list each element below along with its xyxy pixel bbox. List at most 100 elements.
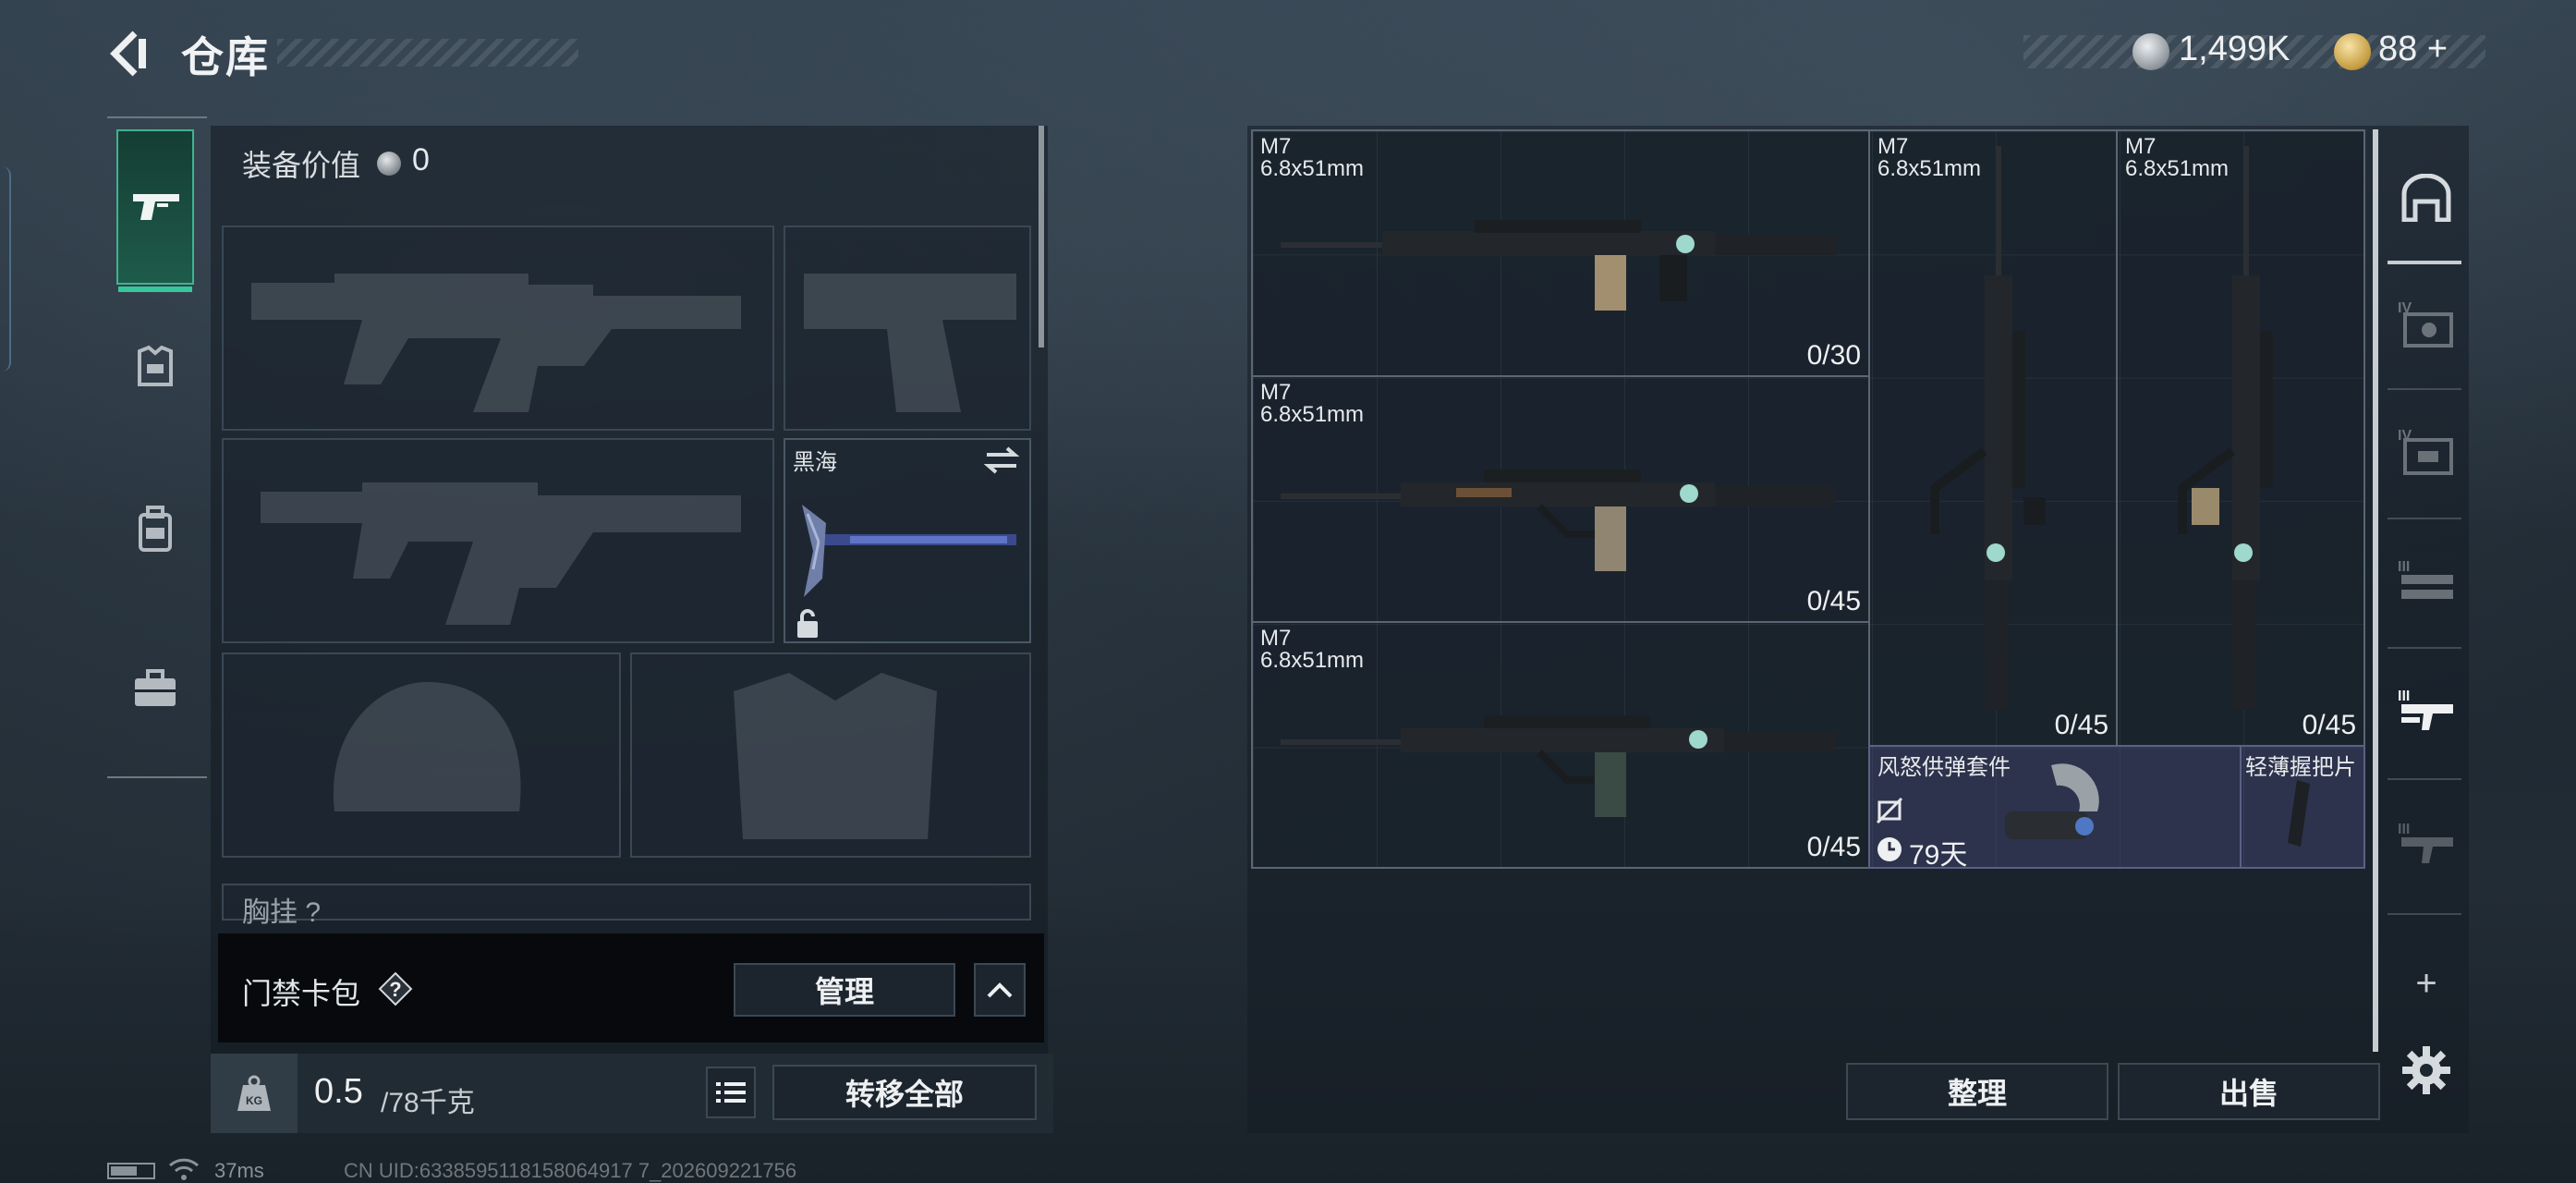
- storage-item-rifle[interactable]: M7 6.8x51mm 0/45: [1868, 129, 2118, 747]
- weight-current: 0.5: [314, 1072, 363, 1111]
- helmet-silhouette-icon: [333, 682, 521, 811]
- weight-max: /78千克: [381, 1088, 475, 1118]
- slot-body-armor[interactable]: [630, 652, 1031, 858]
- tab-divider: [2388, 261, 2461, 264]
- tab-divider: [2388, 913, 2461, 915]
- chevron-up-icon: [987, 982, 1013, 998]
- storage-scrollbar[interactable]: [2373, 129, 2378, 1052]
- storage-home-icon: [2401, 174, 2451, 222]
- help-icon: ?: [378, 971, 413, 1006]
- item-caliber: 6.8x51mm: [1260, 402, 1365, 427]
- rifle-icon: [1281, 470, 1835, 571]
- tomahawk-icon: [802, 505, 1016, 597]
- tab-divider: [2388, 778, 2461, 780]
- slot-secondary-weapon[interactable]: [222, 438, 774, 643]
- nav-tab-armor[interactable]: [116, 325, 194, 409]
- slot-chest-rig[interactable]: [222, 884, 1031, 921]
- svg-text:?: ?: [389, 978, 401, 1001]
- swap-button[interactable]: [983, 445, 1020, 475]
- gun-rack-icon: III: [2398, 689, 2453, 730]
- transfer-all-button[interactable]: 转移全部: [772, 1065, 1037, 1120]
- rifle-silhouette-icon: [251, 274, 741, 412]
- rig-help-icon[interactable]: ?: [305, 897, 321, 928]
- back-arrow-icon: [110, 30, 146, 77]
- item-expiry-days: 79天: [1909, 840, 1968, 871]
- swap-arrows-icon: [983, 446, 1020, 474]
- storage-item-rifle[interactable]: M7 6.8x51mm 0/45: [1251, 375, 1870, 623]
- silver-coin-icon: [377, 152, 401, 176]
- title-stripe: [277, 39, 578, 67]
- gun-icon: [133, 194, 179, 220]
- rifle-icon: [1930, 146, 2046, 710]
- sell-button[interactable]: 出售: [2118, 1063, 2380, 1120]
- tab-divider: [2388, 518, 2461, 519]
- gold-balance-value: 88: [2378, 30, 2418, 68]
- gun-rack-icon: III: [2398, 822, 2453, 863]
- back-button[interactable]: [103, 28, 155, 79]
- page-title: 仓库: [181, 33, 270, 81]
- storage-tab-rack-iii-2[interactable]: III: [2388, 795, 2465, 895]
- ping-value: 37ms: [214, 1159, 264, 1182]
- grip-panel-icon: [2273, 776, 2328, 850]
- item-caliber: 6.8x51mm: [1260, 648, 1365, 673]
- add-gold-icon[interactable]: +: [2427, 30, 2448, 68]
- storage-item-rifle[interactable]: M7 6.8x51mm 0/45: [1251, 621, 1870, 869]
- sort-button[interactable]: 整理: [1846, 1063, 2108, 1120]
- equip-value: 0: [412, 142, 430, 177]
- lock-icon: [795, 608, 820, 640]
- case-icon: IV: [2398, 300, 2453, 348]
- drum-magazine-icon: [1996, 756, 2116, 858]
- slot-helmet[interactable]: [222, 652, 621, 858]
- storage-tab-case-iv[interactable]: IV: [2388, 274, 2465, 373]
- rifle-silhouette-icon: [261, 482, 741, 625]
- tab-divider: [2388, 647, 2461, 649]
- nav-tab-backpack[interactable]: [116, 488, 194, 571]
- tab-divider: [2388, 388, 2461, 390]
- svg-text:KG: KG: [246, 1094, 262, 1107]
- nav-tab-case[interactable]: [116, 647, 194, 730]
- vest-silhouette-icon: [734, 673, 937, 839]
- pistol-silhouette-icon: [804, 274, 1016, 412]
- rifle-icon: [2178, 146, 2273, 710]
- armor-icon: [138, 345, 173, 386]
- keycard-label: 门禁卡包: [242, 977, 361, 1010]
- item-ammo: 0/45: [1806, 832, 1861, 862]
- silver-coin-icon: [2132, 33, 2169, 70]
- add-storage-tab-button[interactable]: +: [2388, 933, 2465, 1033]
- slot-pistol[interactable]: [784, 226, 1031, 431]
- settings-button[interactable]: [2399, 1043, 2454, 1098]
- rig-label: 胸挂 ?: [242, 889, 321, 930]
- weapon-rack-icon: III: [2398, 559, 2453, 599]
- gold-balance[interactable]: 88 +: [2378, 30, 2448, 69]
- keycard-help-button[interactable]: ?: [377, 970, 414, 1007]
- nav-divider: [107, 116, 207, 118]
- side-drawer-handle[interactable]: [0, 166, 11, 372]
- item-ammo: 0/45: [2302, 710, 2356, 740]
- svg-text:III: III: [2398, 559, 2410, 575]
- rifle-icon: [1281, 220, 1835, 311]
- nav-divider: [107, 776, 207, 778]
- gear-icon: [2402, 1046, 2450, 1094]
- storage-tab-overview[interactable]: [2388, 148, 2465, 248]
- melee-name: 黑海: [793, 450, 837, 475]
- clock-icon: [1876, 835, 1903, 863]
- list-view-button[interactable]: [706, 1067, 756, 1118]
- storage-tab-rack-iii[interactable]: III: [2388, 532, 2465, 632]
- nav-tab-weapons[interactable]: [116, 129, 194, 292]
- item-name: 风怒供弹套件: [1877, 755, 2011, 780]
- svg-text:III: III: [2398, 822, 2410, 837]
- item-ammo: 0/45: [2054, 710, 2108, 740]
- storage-tab-gun-rack-iii[interactable]: III: [2388, 662, 2465, 762]
- item-ammo: 0/45: [1806, 586, 1861, 616]
- box-icon: IV: [2398, 428, 2453, 475]
- storage-tab-box-iv[interactable]: IV: [2388, 401, 2465, 501]
- storage-item-rifle[interactable]: M7 6.8x51mm 0/30: [1251, 129, 1870, 377]
- manage-button[interactable]: 管理: [734, 963, 955, 1017]
- loadout-scrollbar[interactable]: [1039, 126, 1044, 348]
- slot-primary-weapon[interactable]: [222, 226, 774, 431]
- wifi-icon: [168, 1157, 200, 1181]
- collapse-button[interactable]: [974, 963, 1026, 1017]
- silver-balance: 1,499K: [2179, 30, 2290, 68]
- user-uid: CN UID:6338595118158064917 7_20260922175…: [344, 1159, 797, 1182]
- storage-item-rifle[interactable]: M7 6.8x51mm 0/45: [2116, 129, 2365, 747]
